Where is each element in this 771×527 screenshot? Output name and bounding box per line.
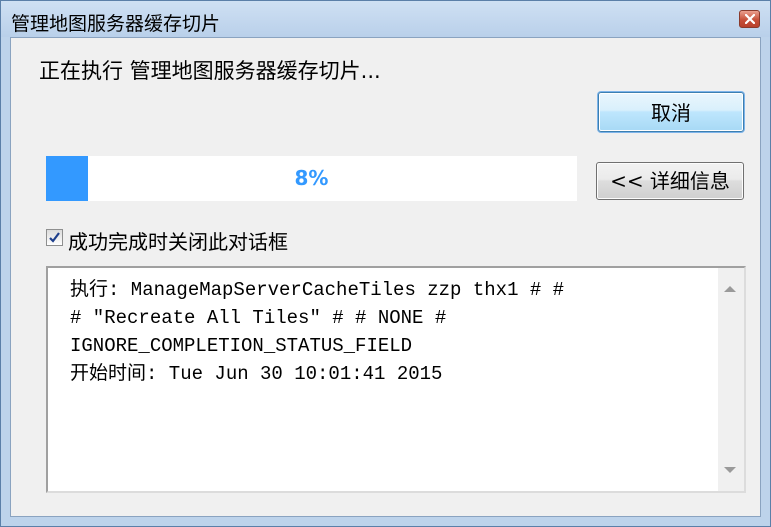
- log-content: 执行: ManageMapServerCacheTiles zzp thx1 #…: [70, 276, 710, 388]
- scroll-down-arrow-icon[interactable]: [724, 467, 736, 473]
- status-message: 正在执行 管理地图服务器缓存切片...: [39, 59, 381, 83]
- close-on-complete-checkbox[interactable]: [46, 229, 63, 246]
- close-icon: [745, 14, 755, 24]
- progress-percent-label: 8%: [294, 166, 329, 190]
- log-line: # "Recreate All Tiles" # # NONE #: [70, 307, 447, 329]
- log-scrollbar[interactable]: [718, 268, 744, 491]
- cancel-button[interactable]: 取消: [598, 92, 744, 132]
- details-button[interactable]: << 详细信息: [596, 162, 744, 200]
- log-line: IGNORE_COMPLETION_STATUS_FIELD: [70, 335, 413, 357]
- title-bar[interactable]: 管理地图服务器缓存切片: [1, 1, 770, 37]
- checkmark-icon: [49, 232, 60, 243]
- dialog-window: 管理地图服务器缓存切片 正在执行 管理地图服务器缓存切片... 取消 8% <<…: [0, 0, 771, 527]
- close-on-complete-label: 成功完成时关闭此对话框: [68, 230, 288, 254]
- scroll-up-arrow-icon[interactable]: [724, 286, 736, 292]
- close-button[interactable]: [739, 10, 760, 28]
- log-line: 开始时间: Tue Jun 30 10:01:41 2015: [70, 363, 443, 385]
- progress-bar: 8%: [46, 156, 577, 201]
- log-line: 执行: ManageMapServerCacheTiles zzp thx1 #…: [70, 279, 565, 301]
- log-textarea[interactable]: 执行: ManageMapServerCacheTiles zzp thx1 #…: [46, 266, 746, 493]
- window-title: 管理地图服务器缓存切片: [11, 13, 221, 35]
